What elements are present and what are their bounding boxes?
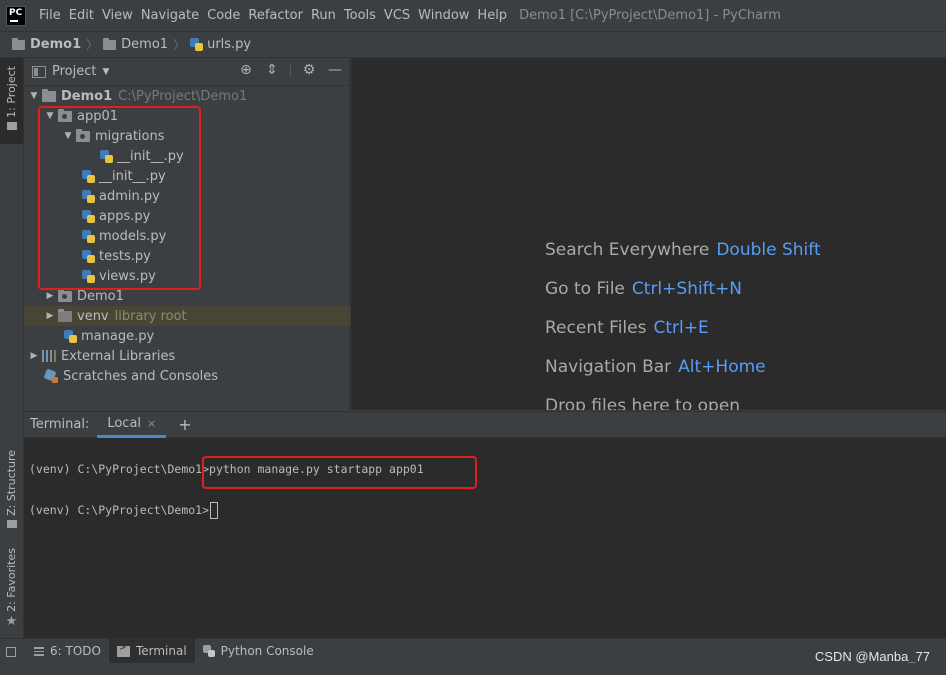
hint-search-everywhere: Search Everywhere Double Shift	[545, 240, 821, 260]
menu-refactor[interactable]: Refactor	[244, 0, 307, 31]
collapsed-arrow-icon[interactable]: ▶	[28, 351, 40, 361]
structure-icon	[6, 519, 17, 528]
terminal-output[interactable]: (venv) C:\PyProject\Demo1>python manage.…	[24, 438, 946, 638]
tool-tab-python-console[interactable]: Python Console	[195, 639, 322, 664]
tree-item-demo1-root[interactable]: ▼ Demo1 C:\PyProject\Demo1	[24, 86, 350, 106]
menu-navigate[interactable]: Navigate	[137, 0, 203, 31]
status-strip	[0, 663, 946, 675]
bottom-tool-bar: 6: TODO Terminal Python Console	[0, 638, 946, 664]
menu-vcs[interactable]: VCS	[380, 0, 414, 31]
scratches-icon	[44, 369, 58, 383]
menu-run[interactable]: Run	[307, 0, 340, 31]
breadcrumb-folder[interactable]: Demo1	[103, 37, 168, 52]
menu-file[interactable]: File	[35, 0, 65, 31]
hint-recent-files: Recent Files Ctrl+E	[545, 318, 709, 338]
project-panel-toolbar: ⊕ ⇕ ⚙ —	[238, 62, 343, 78]
collapsed-arrow-icon[interactable]: ▶	[44, 291, 56, 301]
terminal-line: (venv) C:\PyProject\Demo1>	[29, 502, 219, 519]
gear-icon[interactable]: ⚙	[301, 62, 317, 78]
menu-view[interactable]: View	[98, 0, 137, 31]
menu-tools[interactable]: Tools	[340, 0, 380, 31]
python-console-icon	[202, 645, 215, 657]
package-folder-icon	[58, 288, 72, 302]
tree-item-external-libraries[interactable]: ▶ External Libraries	[24, 346, 350, 366]
menu-window[interactable]: Window	[414, 0, 473, 31]
menu-code[interactable]: Code	[203, 0, 244, 31]
terminal-icon	[116, 643, 130, 657]
left-tool-strip: 1: Project Z: Structure 2: Favorites ★	[0, 58, 24, 638]
terminal-cursor	[210, 502, 219, 519]
menu-bar: PC File Edit View Navigate Code Refactor…	[0, 0, 946, 31]
menu-edit[interactable]: Edit	[65, 0, 98, 31]
tool-tab-todo[interactable]: 6: TODO	[26, 639, 109, 664]
terminal-tab-local[interactable]: Local ×	[97, 411, 167, 438]
breadcrumb-file[interactable]: urls.py	[190, 37, 251, 52]
folder-icon	[42, 88, 56, 102]
project-view-icon	[32, 65, 46, 78]
terminal-tab-bar: Terminal: Local × +	[24, 411, 946, 438]
hint-drop-files: Drop files here to open	[545, 396, 741, 410]
project-panel-header: Project ▼ ⊕ ⇕ ⚙ —	[24, 58, 349, 86]
window-title: Demo1 [C:\PyProject\Demo1] - PyCharm	[519, 8, 781, 23]
tree-item-manage[interactable]: manage.py	[24, 326, 350, 346]
editor-welcome-area: Search Everywhere Double Shift Go to File…	[351, 58, 946, 410]
todo-icon	[34, 646, 44, 656]
pycharm-logo-icon: PC	[6, 5, 26, 26]
python-file-icon	[190, 38, 204, 51]
folder-icon	[103, 37, 117, 50]
minimize-icon[interactable]: —	[327, 62, 343, 78]
terminal-label: Terminal:	[30, 417, 90, 432]
dropdown-caret-icon[interactable]: ▼	[102, 67, 109, 77]
hint-navigation-bar: Navigation Bar Alt+Home	[545, 357, 766, 377]
project-icon	[6, 121, 17, 130]
tree-item-scratches[interactable]: Scratches and Consoles	[24, 366, 350, 386]
close-icon[interactable]: ×	[147, 417, 156, 430]
expanded-arrow-icon[interactable]: ▼	[28, 91, 40, 101]
menu-help[interactable]: Help	[473, 0, 511, 31]
tool-tab-terminal[interactable]: Terminal	[108, 638, 195, 664]
collapsed-arrow-icon[interactable]: ▶	[44, 311, 56, 321]
star-icon: ★	[5, 613, 18, 629]
folder-icon	[12, 37, 25, 50]
breadcrumb: Demo1 〉 Demo1 〉 urls.py	[0, 31, 946, 58]
locate-file-icon[interactable]: ⊕	[238, 62, 254, 78]
collapse-all-icon[interactable]: ⇕	[264, 62, 280, 78]
breadcrumb-project[interactable]: Demo1	[12, 37, 81, 52]
hint-go-to-file: Go to File Ctrl+Shift+N	[545, 279, 742, 299]
annotation-command-box	[202, 456, 477, 489]
chevron-right-icon: 〉	[173, 38, 186, 52]
tool-tab-structure[interactable]: Z: Structure	[0, 446, 23, 532]
annotation-highlight-box	[38, 106, 201, 290]
chevron-right-icon: 〉	[86, 38, 99, 52]
project-view-selector[interactable]: Project	[52, 64, 96, 79]
toolbar-divider	[290, 63, 291, 77]
python-file-icon	[64, 329, 77, 343]
menu-items: File Edit View Navigate Code Refactor Ru…	[35, 0, 511, 31]
add-terminal-tab-button[interactable]: +	[178, 415, 191, 434]
tool-tab-favorites[interactable]: 2: Favorites ★	[0, 544, 23, 630]
watermark: CSDN @Manba_77	[814, 649, 930, 664]
toggle-tool-windows-icon[interactable]	[6, 647, 16, 657]
folder-icon	[58, 308, 72, 322]
tool-tab-project[interactable]: 1: Project	[0, 58, 23, 144]
library-icon	[42, 350, 56, 362]
tree-item-venv[interactable]: ▶ venv library root	[24, 306, 350, 326]
